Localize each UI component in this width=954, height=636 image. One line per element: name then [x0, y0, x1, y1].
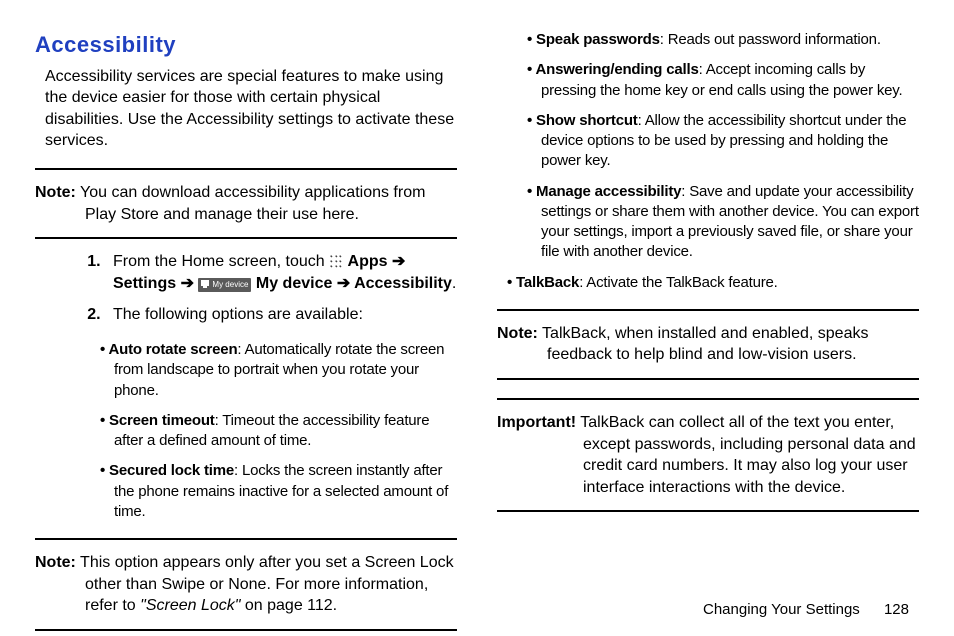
options-list-left: • Auto rotate screen: Automatically rota… — [35, 340, 457, 532]
divider — [497, 398, 919, 400]
step-1: From the Home screen, touch Apps ➔ Setti… — [105, 251, 457, 294]
option-screen-timeout: • Screen timeout: Timeout the accessibil… — [100, 411, 457, 452]
option-show-shortcut: • Show shortcut: Allow the accessibility… — [527, 111, 919, 172]
divider — [497, 510, 919, 512]
option-auto-rotate: • Auto rotate screen: Automatically rota… — [100, 340, 457, 401]
note-label: Note: — [35, 184, 76, 201]
option-answering-ending-calls: • Answering/ending calls: Accept incomin… — [527, 60, 919, 101]
apps-grid-icon — [329, 254, 343, 268]
option-manage-accessibility: • Manage accessibility: Save and update … — [527, 182, 919, 263]
steps-list: From the Home screen, touch Apps ➔ Setti… — [35, 251, 457, 336]
important-label: Important! — [497, 414, 576, 431]
option-talkback: • TalkBack: Activate the TalkBack featur… — [507, 273, 919, 293]
note-download-apps: Note: You can download accessibility app… — [35, 182, 457, 225]
divider — [35, 237, 457, 239]
note-text: You can download accessibility applicati… — [76, 184, 426, 223]
note-screen-lock: Note: This option appears only after you… — [35, 552, 457, 617]
reference-screen-lock: "Screen Lock" — [140, 597, 240, 614]
column-right: • Speak passwords: Reads out password in… — [497, 30, 919, 611]
intro-paragraph: Accessibility services are special featu… — [45, 66, 457, 152]
note-talkback: Note: TalkBack, when installed and enabl… — [497, 323, 919, 366]
option-speak-passwords: • Speak passwords: Reads out password in… — [527, 30, 919, 50]
page-footer: Changing Your Settings 128 — [703, 601, 909, 618]
note-label: Note: — [497, 325, 538, 342]
step-1-text: From the Home screen, touch Apps ➔ Setti… — [113, 253, 456, 292]
divider — [35, 538, 457, 540]
divider — [35, 629, 457, 631]
option-secured-lock-time: • Secured lock time: Locks the screen in… — [100, 461, 457, 522]
footer-section: Changing Your Settings — [703, 601, 860, 618]
divider — [497, 309, 919, 311]
column-left: Accessibility Accessibility services are… — [35, 30, 457, 611]
page: Accessibility Accessibility services are… — [0, 0, 954, 636]
my-device-icon: My device — [198, 278, 251, 292]
step-2: The following options are available: — [105, 304, 457, 326]
page-number: 128 — [884, 601, 909, 618]
step-2-text: The following options are available: — [113, 306, 363, 323]
heading-accessibility: Accessibility — [35, 30, 457, 60]
options-list-right: • Speak passwords: Reads out password in… — [497, 30, 919, 303]
divider — [497, 378, 919, 380]
important-talkback: Important! TalkBack can collect all of t… — [497, 412, 919, 498]
note-label: Note: — [35, 554, 76, 571]
divider — [35, 168, 457, 170]
